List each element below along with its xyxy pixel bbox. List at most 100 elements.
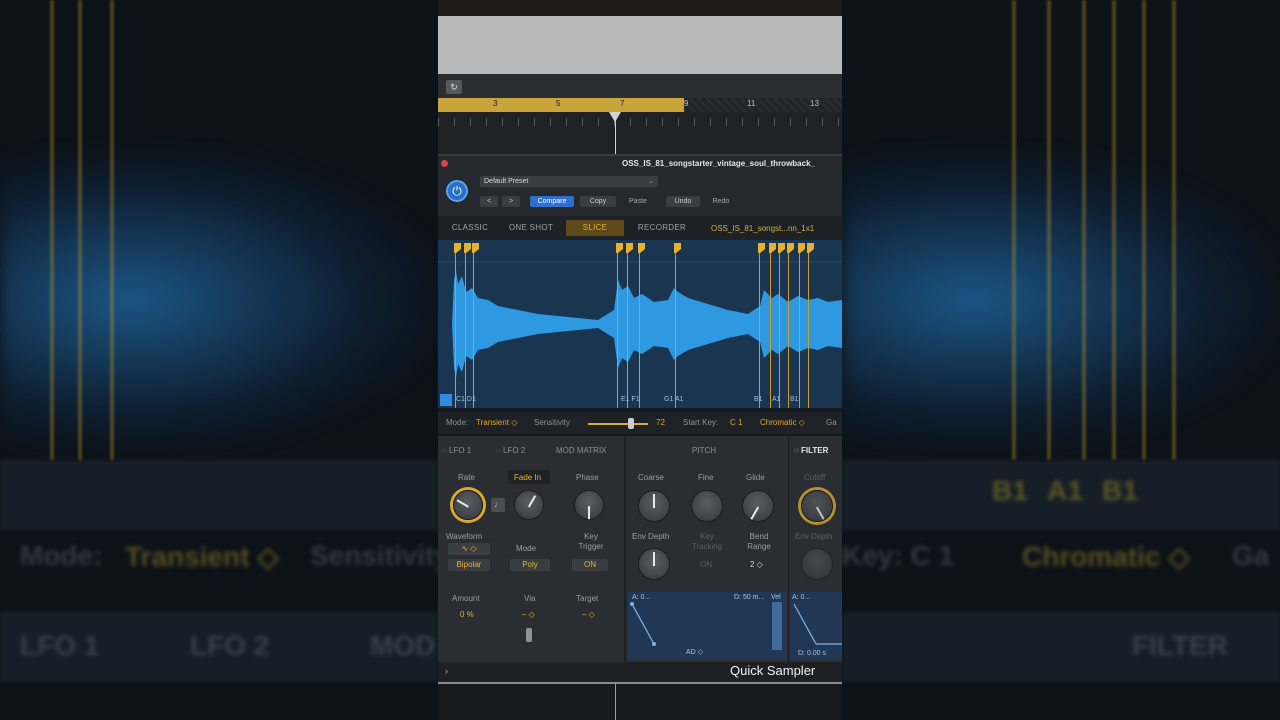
env-decay-label: D: 50 m... [734,594,765,601]
pitch-envelope-display[interactable] [628,592,786,660]
start-key-label: Start Key: [683,418,719,427]
preset-name: Default Preset [484,178,529,185]
cycle-region[interactable] [438,98,684,112]
sample-filename[interactable]: OSS_IS_81_songst...nn_1x1 [711,224,814,233]
filter-env-decay-label: D: 0.00 s [798,650,827,657]
undo-button[interactable]: Undo [666,196,700,207]
slice-label: A1 [772,396,781,403]
env-depth-label: Env Depth [632,532,670,541]
tab-classic[interactable]: CLASSIC [444,220,496,236]
rate-label: Rate [458,473,475,482]
sync-note-icon[interactable]: ♩ [491,498,505,512]
sensitivity-slider-track[interactable] [588,423,648,425]
slice-line [627,253,628,408]
slice-line [788,253,789,408]
copy-button[interactable]: Copy [580,196,616,207]
blurred-text: B1 [992,475,1028,506]
blurred-slice-marker [1172,0,1176,460]
fine-knob[interactable] [691,490,723,522]
env-mode-selector[interactable]: AD ◇ [686,648,703,656]
gate-label[interactable]: Ga [826,418,837,427]
key-tracking-label: Key Tracking [691,532,723,551]
waveform-svg [438,261,842,378]
bipolar-toggle[interactable]: Bipolar [448,559,490,571]
blurred-bar [0,460,438,530]
glide-label: Glide [746,473,765,482]
panel-divider [624,436,626,662]
tab-lfo1[interactable]: ◌ LFO 1 [442,446,471,455]
power-button[interactable]: ⏻ [446,180,468,202]
coarse-label: Coarse [638,473,664,482]
blurred-text: MOD [370,630,436,661]
tab-mod-matrix[interactable]: MOD MATRIX [556,446,607,455]
slice-line [808,253,809,408]
tab-lfo1-label: LFO 1 [448,446,472,455]
filter-env-depth-knob[interactable] [801,548,833,580]
timeline-ruler[interactable]: 3 5 7 9 11 13 [438,98,842,112]
cutoff-knob[interactable] [801,490,833,522]
phase-label: Phase [576,473,599,482]
preset-dropdown[interactable]: Default Preset ⌄ [480,176,658,187]
key-trigger-toggle[interactable]: ON [572,559,608,571]
sensitivity-label: Sensitivity [534,418,571,427]
filter-title-label: FILTER [800,446,829,455]
rate-knob[interactable] [453,490,483,520]
playhead-lower [615,684,616,720]
sensitivity-slider-knob[interactable] [628,418,634,429]
bend-range-value[interactable]: 2 ◇ [750,560,763,569]
close-button[interactable] [441,160,448,167]
blurred-text: B1 [1102,475,1138,506]
previous-preset-button[interactable]: < [480,196,498,207]
blurred-slice-marker [110,0,114,460]
paste-button[interactable]: Paste [620,196,656,207]
slice-start-handle[interactable] [440,394,452,406]
chromatic-dropdown[interactable]: Chromatic ◇ [760,418,805,427]
logic-quick-sampler-window: ↻ 3 5 7 9 11 13 OSS_IS_81_songstarter_vi… [438,0,842,720]
blurred-text: Transient ◇ [125,541,279,572]
via-selector[interactable]: – ◇ [522,610,535,619]
ruler-number: 5 [556,99,561,108]
slice-line [465,253,466,408]
lower-track-area [438,684,842,720]
key-tracking-value[interactable]: ON [700,560,712,569]
timeline-ticks [438,112,842,154]
blurred-slice-marker [78,0,82,460]
filter-title[interactable]: ◌ FILTER [794,446,828,455]
target-selector[interactable]: – ◇ [582,610,595,619]
top-strip [438,0,842,16]
slice-line [675,253,676,408]
tab-lfo2[interactable]: ◌ LFO 2 [496,446,525,455]
tab-one-shot[interactable]: ONE SHOT [502,220,560,236]
tab-recorder[interactable]: RECORDER [632,220,692,236]
tab-lfo2-label: LFO 2 [502,446,526,455]
waveform-display[interactable] [438,240,842,408]
slice-label: G1 A1 [664,396,684,403]
next-preset-button[interactable]: > [502,196,520,207]
chevron-right-icon[interactable]: › [445,666,448,676]
blurred-text: LFO 1 [20,630,100,661]
waveform-shape [452,270,842,378]
slice-line [779,253,780,408]
lfo-mode-selector[interactable]: Poly [510,559,550,571]
env-depth-knob[interactable] [638,548,670,580]
blurred-text: Mode: [20,540,103,571]
blurred-slice-marker [1012,0,1016,460]
compare-button[interactable]: Compare [530,196,574,207]
blurred-slice-marker [50,0,54,460]
blurred-text: Chromatic ◇ [1022,541,1190,572]
redo-button[interactable]: Redo [704,196,738,207]
ruler-number: 9 [684,99,689,108]
track-icon[interactable]: ↻ [446,80,462,94]
amount-value[interactable]: 0 % [460,610,474,619]
start-key-value[interactable]: C 1 [730,418,742,427]
tab-slice[interactable]: SLICE [566,220,624,236]
phase-knob[interactable] [574,490,604,520]
background-blur-right: B1 A1 B1 Key: C 1 Chromatic ◇ Ga FILTER [842,0,1280,720]
via-label: Via [524,594,536,603]
waveform-selector[interactable]: ∿ ◇ [448,543,490,555]
fade-in-knob[interactable] [514,490,544,520]
coarse-knob[interactable] [638,490,670,522]
glide-knob[interactable] [742,490,774,522]
mode-dropdown[interactable]: Transient ◇ [476,418,517,427]
track-area[interactable] [438,16,842,74]
